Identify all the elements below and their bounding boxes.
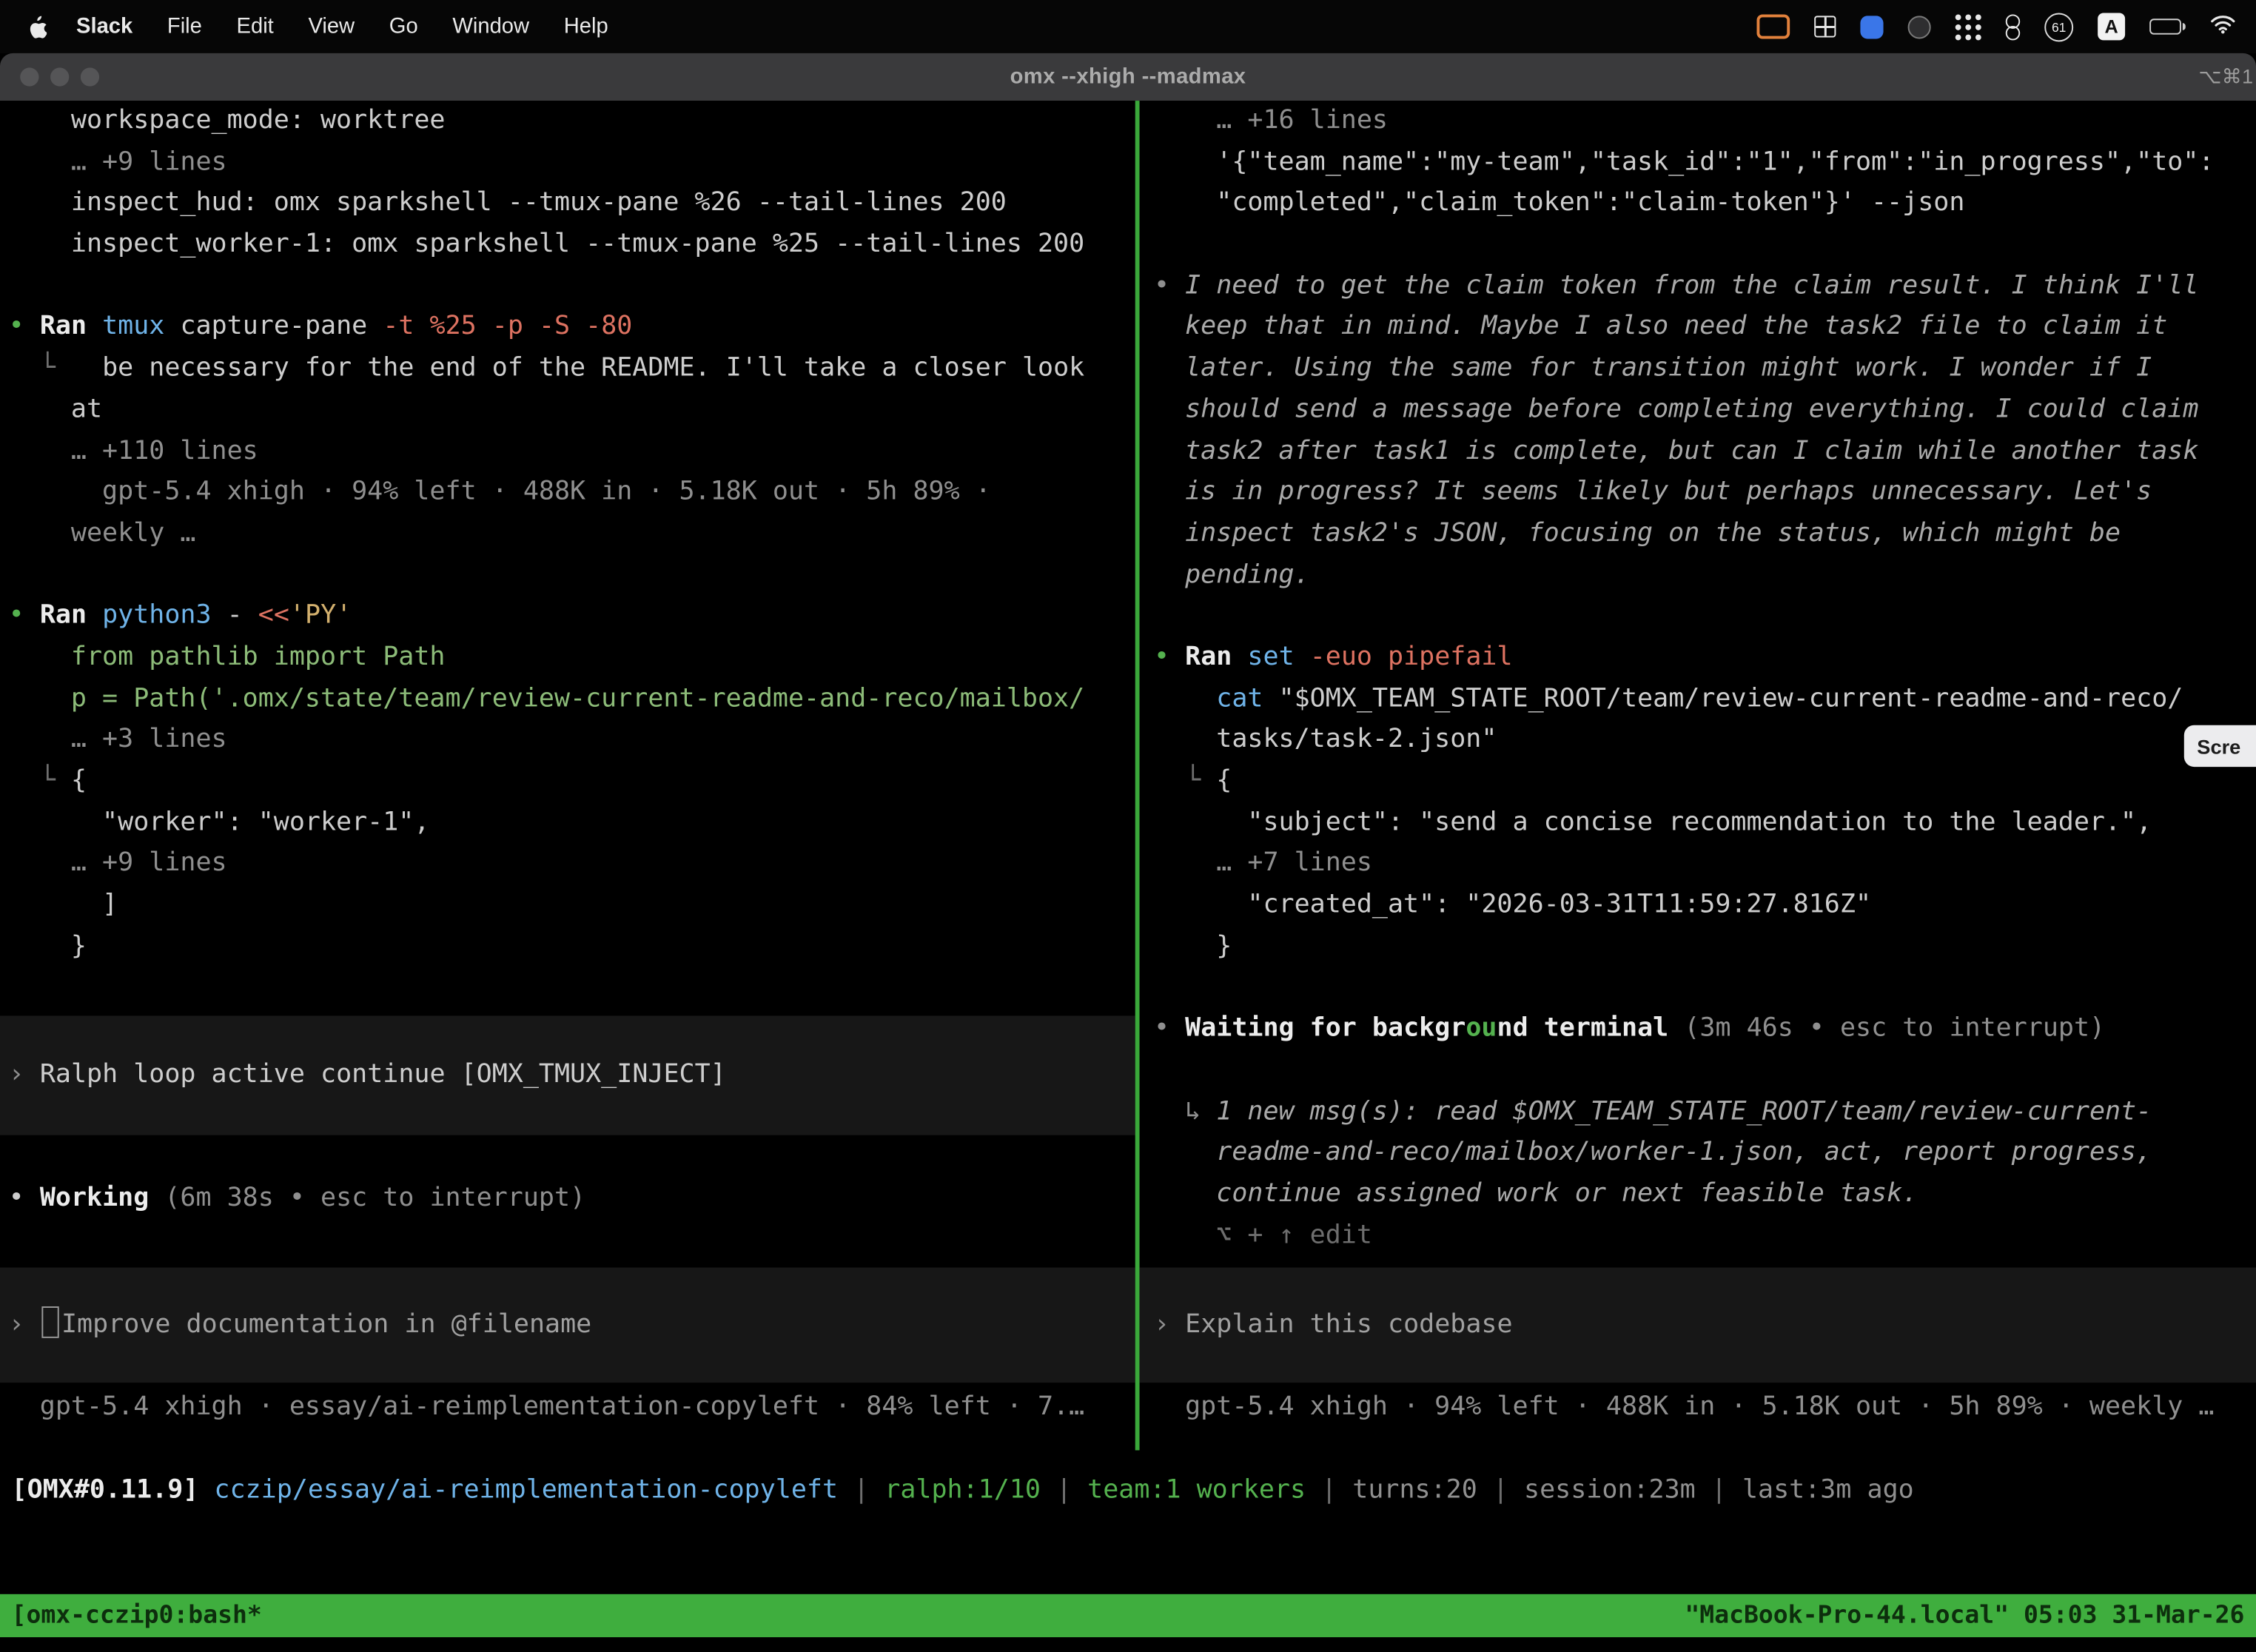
model-status-line-left: gpt-5.4 xhigh · essay/ai-reimplementatio… <box>0 1386 1135 1428</box>
window-title-bar[interactable]: omx --xhigh --madmax ⌥⌘1 <box>0 53 2256 101</box>
menu-edit[interactable]: Edit <box>237 14 274 38</box>
minimize-button[interactable] <box>50 67 69 86</box>
menu-view[interactable]: View <box>308 14 355 38</box>
menu-help[interactable]: Help <box>564 14 608 38</box>
dots-grid-icon[interactable] <box>1955 13 1981 39</box>
notification-clip-text: Scre <box>2197 734 2240 757</box>
tmux-host-time-label: "MacBook-Pro-44.local" 05:03 31-Mar-26 <box>1685 1602 2244 1631</box>
omx-session-status-line: [OMX#0.11.9] cczip/essay/ai-reimplementa… <box>0 1471 2256 1512</box>
menubar-app-icon-blue[interactable] <box>1860 15 1883 38</box>
prompt-suggestion-right[interactable]: › Explain this codebase <box>1140 1268 2256 1383</box>
macos-menu-bar: Slack File Edit View Go Window Help 61 A <box>0 0 2256 53</box>
working-status-line: • Working (6m 38s • esc to interrupt) <box>0 1178 1135 1219</box>
wifi-icon[interactable] <box>2210 13 2236 39</box>
battery-icon[interactable] <box>2149 19 2186 34</box>
prompt-suggestion-left[interactable]: › Improve documentation in @filename <box>0 1268 1135 1383</box>
tmux-status-bar: [omx-cczip0:bash* "MacBook-Pro-44.local"… <box>0 1594 2256 1637</box>
tmux-pane-left[interactable]: workspace_mode: worktree … +9 lines insp… <box>0 101 1135 1450</box>
menu-go[interactable]: Go <box>389 14 418 38</box>
apple-menu-icon[interactable] <box>29 15 47 38</box>
input-source-icon[interactable]: A <box>2098 13 2125 40</box>
screen-record-indicator-icon[interactable] <box>1756 14 1790 38</box>
model-status-line-right: gpt-5.4 xhigh · 94% left · 488K in · 5.1… <box>1140 1386 2256 1428</box>
close-button[interactable] <box>20 67 38 86</box>
terminal-scrollback-right: … +16 lines '{"team_name":"my-team","tas… <box>1140 101 2256 1256</box>
menubar-app-icon-dark[interactable] <box>1908 15 1931 38</box>
menu-window[interactable]: Window <box>452 14 529 38</box>
zoom-button[interactable] <box>81 67 99 86</box>
menu-file[interactable]: File <box>167 14 202 38</box>
menubar-app-icon-rings[interactable] <box>2006 13 2020 39</box>
terminal-scrollback-left: workspace_mode: worktree … +9 lines insp… <box>0 101 1135 967</box>
tmux-pane-right[interactable]: … +16 lines '{"team_name":"my-team","tas… <box>1140 101 2256 1450</box>
battery-percent-icon[interactable]: 61 <box>2044 13 2073 41</box>
inject-banner: › Ralph loop active continue [OMX_TMUX_I… <box>0 1015 1135 1135</box>
window-manager-icon[interactable] <box>1814 16 1836 37</box>
screen: Slack File Edit View Go Window Help 61 A <box>0 0 2256 1652</box>
menubar-app-name[interactable]: Slack <box>76 14 132 38</box>
below-statusbar-filler <box>0 1637 2256 1651</box>
notification-clip[interactable]: Scre <box>2184 725 2256 767</box>
window-title: omx --xhigh --madmax <box>1010 64 1246 89</box>
terminal-window: workspace_mode: worktree … +9 lines insp… <box>0 101 2256 1652</box>
window-shortcut-hint: ⌥⌘1 <box>2198 64 2253 89</box>
tmux-session-label: [omx-cczip0:bash* <box>12 1602 262 1631</box>
